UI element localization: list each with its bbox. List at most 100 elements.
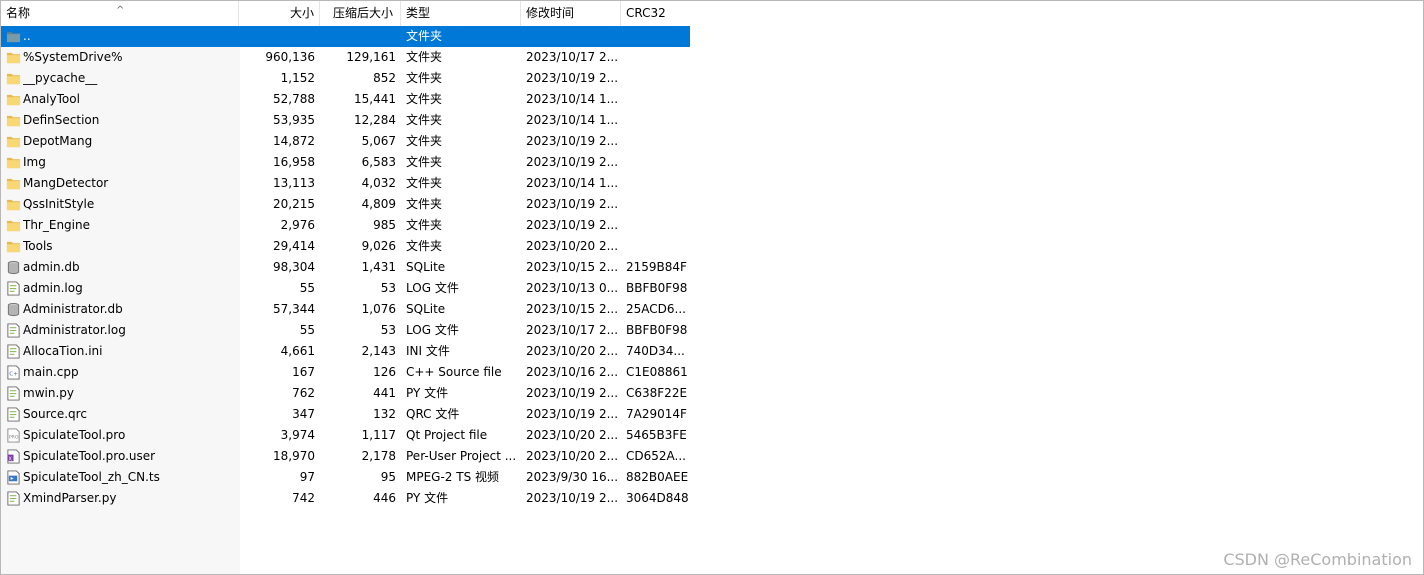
folder-row[interactable]: __pycache__ 1,152 852 文件夹 2023/10/19 2...: [1, 68, 690, 89]
size-cell: 52,788: [273, 92, 315, 106]
packed-size-cell: 2,178: [361, 449, 396, 463]
size-cell: 742: [292, 491, 315, 505]
crc-cell: BBFB0F98: [626, 323, 688, 337]
size-cell: 960,136: [265, 50, 315, 64]
file-row[interactable]: SpiculateTool_zh_CN.ts 97 95 MPEG-2 TS 视频 20…: [1, 467, 690, 488]
type-cell: 文件夹: [406, 197, 443, 211]
folder-icon: [6, 113, 21, 128]
name-cell: Tools: [23, 239, 53, 253]
name-cell: Administrator.db: [23, 302, 123, 316]
column-header-modified-label: 修改时间: [526, 6, 575, 20]
file-row[interactable]: Administrator.log 55 53 LOG 文件 2023/10/17 2.…: [1, 320, 690, 341]
name-cell: DefinSection: [23, 113, 100, 127]
crc-cell: C638F22E: [626, 386, 688, 400]
packed-size-cell: 12,284: [354, 113, 396, 127]
column-header-packed[interactable]: 压缩后大小: [320, 1, 401, 26]
size-cell: 29,414: [273, 239, 315, 253]
file-row[interactable]: C+ main.cpp 167 126 C++ Source file 2023/10/1…: [1, 362, 690, 383]
column-header-name-label: 名称: [6, 6, 31, 20]
size-cell: 57,344: [273, 302, 315, 316]
packed-size-cell: 2,143: [361, 344, 396, 358]
modified-cell: 2023/10/15 2...: [526, 260, 618, 274]
folder-icon: [6, 218, 21, 233]
folder-row[interactable]: DefinSection 53,935 12,284 文件夹 2023/10/14 1.…: [1, 110, 690, 131]
folder-icon: [6, 239, 21, 254]
folder-row[interactable]: %SystemDrive% 960,136 129,161 文件夹 2023/10/17…: [1, 47, 690, 68]
packed-size-cell: 1,076: [361, 302, 396, 316]
size-cell: 20,215: [273, 197, 315, 211]
type-cell: SQLite: [406, 260, 446, 274]
name-cell: __pycache__: [23, 71, 98, 85]
packed-size-cell: 5,067: [361, 134, 396, 148]
folder-icon: [6, 155, 21, 170]
modified-cell: 2023/10/19 2...: [526, 407, 618, 421]
type-cell: 文件夹: [406, 92, 443, 106]
name-cell: Img: [23, 155, 46, 169]
packed-size-cell: 1,431: [361, 260, 396, 274]
type-cell: LOG 文件: [406, 323, 459, 337]
crc-cell: 882B0AEE: [626, 470, 689, 484]
packed-size-cell: 132: [373, 407, 396, 421]
xml-file-icon: X: [6, 449, 21, 464]
file-row[interactable]: admin.db 98,304 1,431 SQLite 2023/10/15 2...…: [1, 257, 690, 278]
type-cell: C++ Source file: [406, 365, 502, 379]
size-cell: [240, 26, 315, 47]
file-row[interactable]: Source.qrc 347 132 QRC 文件 2023/10/19 2... 7A2…: [1, 404, 690, 425]
name-cell: Source.qrc: [23, 407, 87, 421]
name-cell: %SystemDrive%: [23, 50, 123, 64]
column-header-modified[interactable]: 修改时间: [521, 1, 621, 26]
crc-cell: 3064D848: [626, 491, 689, 505]
type-cell: 文件夹: [406, 29, 443, 43]
folder-row[interactable]: AnalyTool 52,788 15,441 文件夹 2023/10/14 1...: [1, 89, 690, 110]
folder-icon: [6, 50, 21, 65]
column-header-crc[interactable]: CRC32: [621, 1, 690, 26]
type-cell: 文件夹: [406, 71, 443, 85]
type-cell: LOG 文件: [406, 281, 459, 295]
column-header-type[interactable]: 类型: [401, 1, 521, 26]
name-cell: XmindParser.py: [23, 491, 117, 505]
file-row[interactable]: XmindParser.py 742 446 PY 文件 2023/10/19 2...…: [1, 488, 690, 509]
text-file-icon: [6, 323, 21, 338]
column-header-type-label: 类型: [406, 6, 431, 20]
crc-cell: [626, 152, 690, 173]
folder-row[interactable]: Img 16,958 6,583 文件夹 2023/10/19 2...: [1, 152, 690, 173]
crc-cell: [626, 194, 690, 215]
name-cell: SpiculateTool.pro: [23, 428, 126, 442]
parent-folder-icon: [6, 29, 21, 44]
folder-icon: [6, 176, 21, 191]
crc-cell: [626, 110, 690, 131]
folder-row[interactable]: .. 文件夹: [1, 26, 690, 47]
modified-cell: [526, 26, 618, 47]
text-file-icon: [6, 386, 21, 401]
size-cell: 18,970: [273, 449, 315, 463]
folder-row[interactable]: MangDetector 13,113 4,032 文件夹 2023/10/14 1..…: [1, 173, 690, 194]
folder-row[interactable]: Thr_Engine 2,976 985 文件夹 2023/10/19 2...: [1, 215, 690, 236]
file-row[interactable]: PRO SpiculateTool.pro 3,974 1,117 Qt Project…: [1, 425, 690, 446]
packed-size-cell: 126: [373, 365, 396, 379]
packed-size-cell: 53: [380, 323, 396, 337]
column-header-size[interactable]: 大小: [239, 1, 320, 26]
type-cell: QRC 文件: [406, 407, 460, 421]
file-row[interactable]: AllocaTion.ini 4,661 2,143 INI 文件 2023/10/20…: [1, 341, 690, 362]
file-row[interactable]: admin.log 55 53 LOG 文件 2023/10/13 0... BBFB0F…: [1, 278, 690, 299]
size-cell: 14,872: [273, 134, 315, 148]
folder-row[interactable]: Tools 29,414 9,026 文件夹 2023/10/20 2...: [1, 236, 690, 257]
file-row[interactable]: Administrator.db 57,344 1,076 SQLite 2023/10…: [1, 299, 690, 320]
crc-cell: 25ACD6...: [626, 302, 686, 316]
size-cell: 1,152: [280, 71, 315, 85]
column-header-name[interactable]: 名称 ^: [1, 1, 239, 26]
folder-row[interactable]: QssInitStyle 20,215 4,809 文件夹 2023/10/19 2..…: [1, 194, 690, 215]
folder-row[interactable]: DepotMang 14,872 5,067 文件夹 2023/10/19 2...: [1, 131, 690, 152]
ts-file-icon: [6, 470, 21, 485]
file-row[interactable]: X SpiculateTool.pro.user 18,970 2,178 Per-Us…: [1, 446, 690, 467]
text-file-icon: [6, 491, 21, 506]
size-cell: 4,661: [280, 344, 315, 358]
type-cell: Qt Project file: [406, 428, 488, 442]
name-cell: ..: [23, 29, 31, 43]
modified-cell: 2023/10/19 2...: [526, 491, 618, 505]
file-row[interactable]: mwin.py 762 441 PY 文件 2023/10/19 2... C638F22…: [1, 383, 690, 404]
type-cell: 文件夹: [406, 50, 443, 64]
modified-cell: 2023/10/17 2...: [526, 50, 618, 64]
column-header-packed-label: 压缩后大小: [333, 6, 394, 20]
modified-cell: 2023/10/14 1...: [526, 113, 618, 127]
